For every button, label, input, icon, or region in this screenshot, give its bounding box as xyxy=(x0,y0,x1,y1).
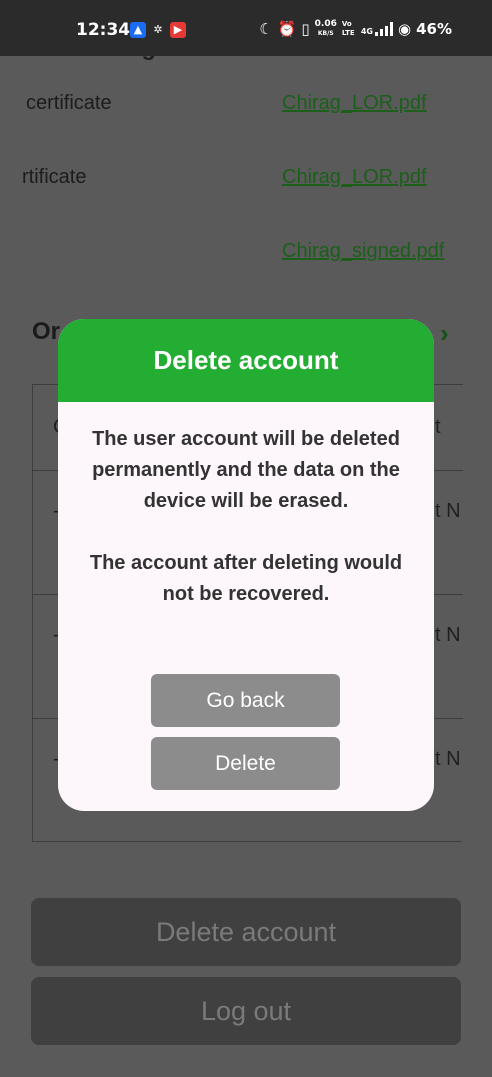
dialog-message-primary: The user account will be deleted permane… xyxy=(92,428,400,512)
video-notification-icon: ▶ xyxy=(170,22,186,38)
delete-account-dialog: Delete account The user account will be … xyxy=(58,319,434,811)
status-time: 12:34 xyxy=(76,20,131,40)
app-notification-icon: ▲ xyxy=(130,22,146,38)
delete-button[interactable]: Delete xyxy=(151,737,340,790)
pdf-link-1[interactable]: Chirag_LOR.pdf xyxy=(282,92,427,115)
battery-percent: 46% xyxy=(416,20,452,38)
table-cell: t N xyxy=(435,500,461,522)
net-speed-value: 0.06 xyxy=(314,19,337,29)
table-cell: t N xyxy=(435,624,461,646)
vibrate-icon: ▯ xyxy=(301,20,310,38)
network-type: 4G xyxy=(360,27,373,36)
sync-notification-icon: ✲ xyxy=(153,23,163,36)
net-speed: 0.06 KB/S xyxy=(315,20,337,38)
signal-icon: 4G xyxy=(361,22,393,36)
status-right: ☾ ⏰ ▯ 0.06 KB/S Vo LTE 4G ◉ 46% xyxy=(259,20,452,39)
table-cell: t N xyxy=(435,748,461,770)
certificate-label-1: certificate xyxy=(26,92,112,114)
orders-section-title: Or xyxy=(32,318,61,345)
dialog-message: The user account will be deleted permane… xyxy=(58,402,434,610)
delete-account-button[interactable]: Delete account xyxy=(31,898,461,966)
certificate-label-2: rtificate xyxy=(22,166,87,188)
logout-button[interactable]: Log out xyxy=(31,977,461,1045)
chevron-right-icon[interactable]: › xyxy=(440,318,449,349)
pdf-link-2[interactable]: Chirag_LOR.pdf xyxy=(282,166,427,189)
battery-icon: ◉ xyxy=(398,20,412,38)
go-back-button[interactable]: Go back xyxy=(151,674,340,727)
table-header-right: t xyxy=(435,416,441,438)
notification-icons: ▲ ✲ ▶ xyxy=(130,22,186,38)
dialog-message-secondary: The account after deleting would not be … xyxy=(89,552,403,605)
pdf-link-3[interactable]: Chirag_signed.pdf xyxy=(282,240,444,263)
alarm-icon: ⏰ xyxy=(277,20,297,38)
dialog-title: Delete account xyxy=(58,319,434,402)
moon-icon: ☾ xyxy=(259,20,273,38)
net-speed-unit: KB/S xyxy=(317,30,334,37)
volte-label: Vo LTE xyxy=(341,20,355,37)
status-bar: 12:34 ▲ ✲ ▶ ☾ ⏰ ▯ 0.06 KB/S Vo LTE 4G ◉ … xyxy=(0,0,492,56)
